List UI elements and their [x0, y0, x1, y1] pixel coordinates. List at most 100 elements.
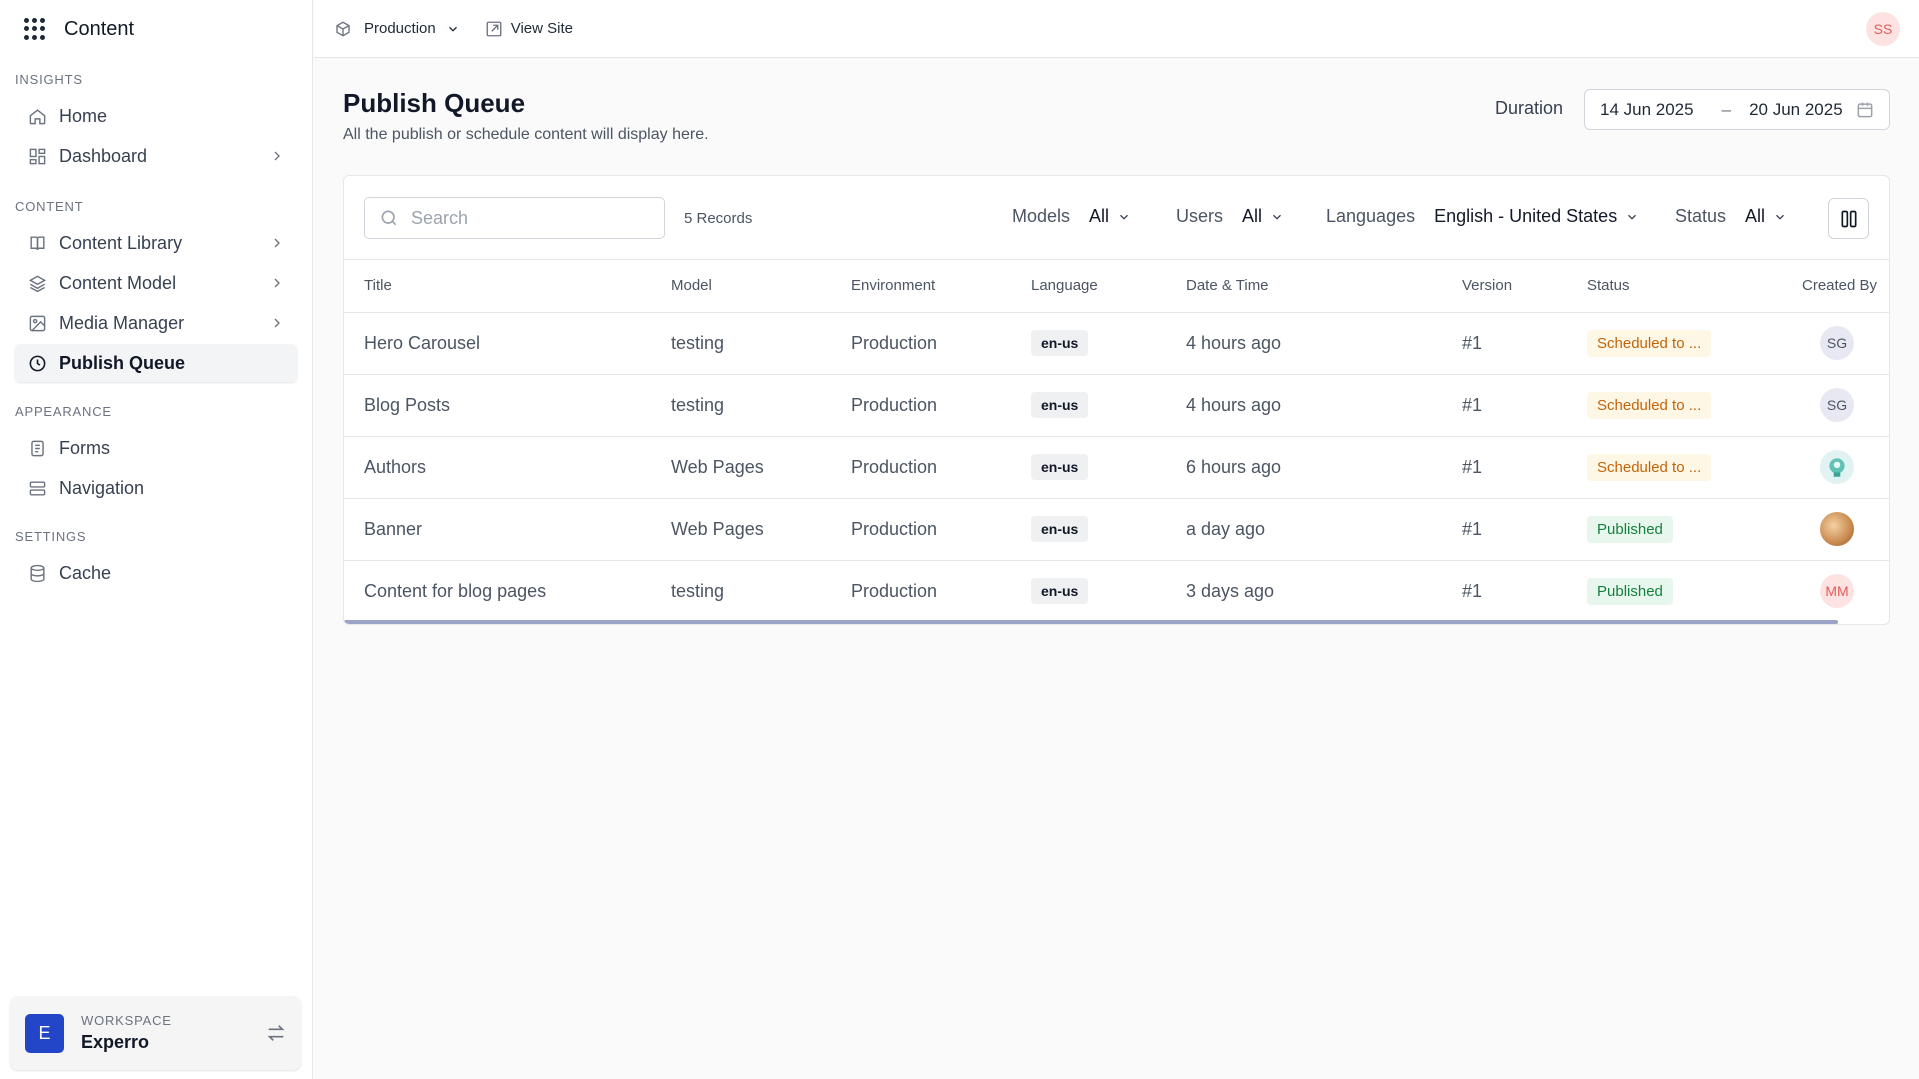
external-link-icon — [486, 21, 502, 36]
cell-model: Web Pages — [671, 436, 851, 499]
sidebar-item-label: Content Library — [59, 232, 183, 253]
cell-environment: Production — [851, 580, 938, 601]
cell-environment: Production — [851, 436, 1031, 499]
duration-label: Duration — [1495, 98, 1564, 118]
app-grid-icon[interactable] — [24, 18, 46, 40]
chevron-down-icon — [448, 26, 457, 32]
user-avatar[interactable]: SS — [1866, 12, 1900, 46]
column-header-status[interactable]: Status — [1587, 260, 1802, 313]
column-header-title[interactable]: Title — [344, 260, 671, 313]
table-row[interactable]: Authors Web Pages Production en-us 6 hou… — [344, 436, 1889, 499]
cell-status: Scheduled to ... — [1587, 312, 1802, 375]
cell-title[interactable]: Hero Carousel — [344, 312, 671, 375]
avatar[interactable]: MM — [1820, 574, 1854, 609]
sidebar-item-forms[interactable]: Forms — [15, 429, 297, 467]
cell-title[interactable]: Blog Posts — [344, 374, 671, 437]
cell-language: en-us — [1031, 374, 1186, 437]
workspace-switcher[interactable]: E WORKSPACE Experro — [10, 996, 301, 1070]
workspace-name: Experro — [81, 1032, 150, 1052]
sidebar-item-label: Dashboard — [59, 145, 148, 166]
avatar[interactable] — [1820, 450, 1854, 484]
book-icon — [27, 233, 47, 253]
language-badge: en-us — [1031, 454, 1089, 480]
table-row[interactable]: Blog Posts testing Production en-us 4 ho… — [344, 374, 1889, 437]
cell-version: #1 — [1462, 436, 1587, 499]
cell-date-time: 4 hours ago — [1186, 312, 1462, 375]
column-header-language[interactable]: Language — [1031, 260, 1186, 313]
sidebar-item-navigation[interactable]: Navigation — [15, 469, 297, 507]
cell-status: Scheduled to ... — [1587, 374, 1802, 437]
cell-version: #1 — [1462, 498, 1587, 561]
page-subtitle: All the publish or schedule content will… — [343, 126, 709, 143]
avatar[interactable] — [1820, 512, 1854, 546]
cell-date-time: 4 hours ago — [1186, 374, 1462, 437]
search-box[interactable] — [364, 197, 665, 239]
column-header-model[interactable]: Model — [671, 260, 851, 313]
status-filter-dropdown[interactable]: All — [1745, 206, 1787, 227]
section-label-settings: SETTINGS — [15, 529, 87, 544]
sidebar-item-dashboard[interactable]: Dashboard — [15, 137, 297, 175]
column-header-date-time[interactable]: Date & Time — [1186, 260, 1462, 313]
cell-date-time: 3 days ago — [1186, 580, 1275, 601]
column-header-created-by[interactable]: Created By — [1802, 260, 1889, 313]
sidebar-item-label: Publish Queue — [59, 352, 186, 373]
column-header-version[interactable]: Version — [1462, 260, 1587, 313]
sidebar-item-label: Forms — [59, 437, 110, 458]
table-row[interactable]: Hero Carousel testing Production en-us 4… — [344, 312, 1889, 375]
users-filter-dropdown[interactable]: All — [1242, 206, 1284, 227]
status-filter-label: Status — [1675, 206, 1727, 226]
cube-icon — [336, 20, 350, 37]
language-badge: en-us — [1031, 330, 1089, 356]
cell-status: Published — [1587, 498, 1802, 561]
image-icon — [27, 313, 47, 333]
date-from: 14 Jun 2025 — [1600, 99, 1694, 119]
horizontal-scrollbar[interactable] — [344, 620, 1838, 624]
workspace-avatar: E — [25, 1013, 64, 1053]
cell-title[interactable]: Content for blog pages — [344, 560, 671, 622]
languages-filter-label: Languages — [1326, 206, 1416, 226]
chevron-right-icon — [274, 238, 280, 248]
calendar-icon[interactable] — [1855, 100, 1875, 120]
language-badge: en-us — [1031, 392, 1089, 418]
status-badge: Published — [1587, 515, 1673, 543]
app-title: Content — [64, 17, 135, 40]
sidebar-item-label: Navigation — [59, 477, 145, 498]
chevron-down-icon — [1120, 214, 1129, 220]
environment-selector[interactable]: Production — [334, 20, 460, 38]
languages-filter-dropdown[interactable]: English - United States — [1434, 206, 1639, 227]
cell-version: #1 — [1462, 374, 1587, 437]
view-site-link[interactable]: View Site — [485, 20, 573, 38]
chevron-down-icon — [1273, 214, 1281, 220]
date-range-picker[interactable]: 14 Jun 2025 – 20 Jun 2025 — [1584, 89, 1890, 130]
avatar[interactable]: SG — [1820, 326, 1854, 360]
sidebar-item-home[interactable]: Home — [15, 97, 297, 135]
cell-status: Scheduled to ... — [1587, 436, 1802, 499]
cell-created-by: MM — [1802, 560, 1889, 622]
cell-language: en-us — [1031, 560, 1186, 622]
cell-title[interactable]: Banner — [344, 498, 671, 561]
cell-title[interactable]: Authors — [344, 436, 671, 499]
avatar[interactable]: SG — [1820, 388, 1854, 422]
table-row[interactable]: Banner Web Pages Production en-us a day … — [344, 498, 1889, 561]
sidebar-item-publish-queue[interactable]: Publish Queue — [15, 344, 297, 382]
sidebar-item-content-model[interactable]: Content Model — [15, 264, 297, 302]
cell-model: testing — [671, 312, 851, 375]
search-input[interactable] — [411, 207, 651, 229]
users-filter-label: Users — [1176, 206, 1224, 226]
models-filter: Models All — [1012, 206, 1131, 227]
sidebar-item-media-manager[interactable]: Media Manager — [15, 304, 297, 342]
models-filter-dropdown[interactable]: All — [1089, 206, 1131, 227]
chevron-right-icon — [274, 151, 280, 161]
table-row[interactable]: Content for blog pages testing Productio… — [344, 560, 1889, 622]
column-header-environment[interactable]: Environment — [851, 260, 1031, 313]
sidebar-item-label: Media Manager — [59, 312, 185, 333]
publish-queue-table: Title Model Environment Language Date & … — [344, 260, 1889, 622]
cell-model: Web Pages — [671, 498, 851, 561]
sidebar-item-cache[interactable]: Cache — [15, 554, 297, 592]
users-filter-value: All — [1242, 206, 1263, 226]
sidebar-item-content-library[interactable]: Content Library — [15, 224, 297, 262]
cell-language: en-us — [1031, 498, 1186, 561]
database-icon — [27, 563, 47, 583]
switch-arrows-icon[interactable] — [265, 1022, 287, 1044]
column-settings-button[interactable] — [1828, 198, 1869, 239]
